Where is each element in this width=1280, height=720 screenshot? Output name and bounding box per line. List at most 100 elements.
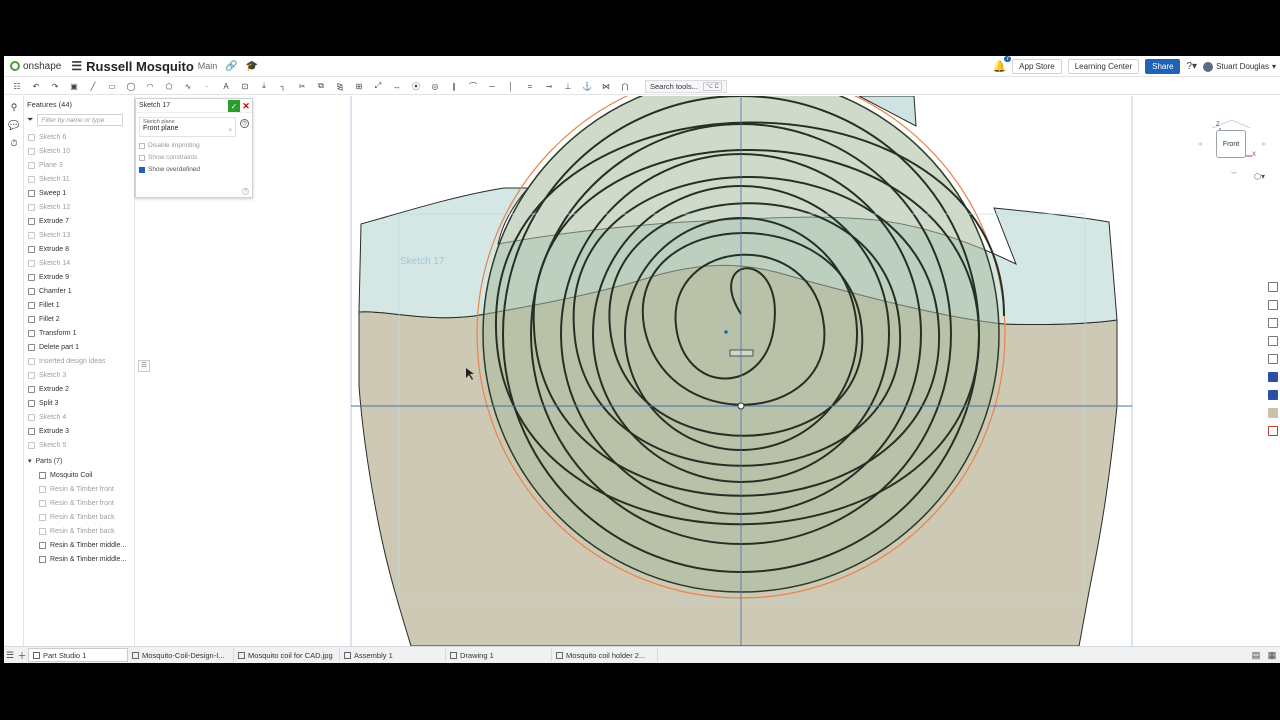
view-options-icon[interactable]: ⬡▾ bbox=[1254, 172, 1265, 181]
app-x-icon[interactable] bbox=[1268, 372, 1278, 382]
parallel-icon[interactable]: ∥ bbox=[448, 80, 460, 92]
sketch-option[interactable]: Disable imprinting bbox=[139, 142, 252, 149]
variables-icon[interactable] bbox=[1268, 318, 1278, 328]
view-cube-front[interactable]: Front bbox=[1216, 130, 1246, 158]
cancel-button[interactable]: ✕ bbox=[241, 100, 251, 112]
coincident-icon[interactable]: ⦿ bbox=[410, 80, 422, 92]
comments-icon[interactable]: 💬 bbox=[8, 120, 20, 130]
grid-icon[interactable]: ▦ bbox=[1266, 650, 1278, 661]
feature-item[interactable]: Sketch 11 bbox=[25, 172, 134, 186]
sketch-plane-field[interactable]: Sketch plane Front plane × bbox=[139, 117, 236, 137]
part-item[interactable]: Mosquito Coil bbox=[25, 468, 134, 482]
feature-item[interactable]: Fillet 2 bbox=[25, 312, 134, 326]
mirror-icon[interactable]: ⧎ bbox=[334, 80, 346, 92]
construction-icon[interactable]: ⊡ bbox=[239, 80, 251, 92]
trim-icon[interactable]: ✂ bbox=[296, 80, 308, 92]
feature-item[interactable]: Sketch 10 bbox=[25, 144, 134, 158]
filter-input[interactable]: Filter by name or type bbox=[37, 114, 124, 126]
document-tab[interactable]: Mosquito-Coil-Design-I... bbox=[128, 648, 234, 662]
pattern-icon[interactable]: ⊞ bbox=[353, 80, 365, 92]
feature-item[interactable]: Sweep 1 bbox=[25, 186, 134, 200]
add-tab-icon[interactable]: ＋ bbox=[16, 649, 28, 662]
app-store-button[interactable]: App Store bbox=[1012, 59, 1062, 74]
horizontal-icon[interactable]: ─ bbox=[486, 80, 498, 92]
share-button[interactable]: Share bbox=[1145, 59, 1181, 74]
app-beige-icon[interactable] bbox=[1268, 408, 1278, 418]
line-icon[interactable]: ╱ bbox=[87, 80, 99, 92]
polygon-icon[interactable]: ⬠ bbox=[163, 80, 175, 92]
learning-center-button[interactable]: Learning Center bbox=[1067, 59, 1140, 74]
help-icon[interactable]: ? bbox=[242, 188, 249, 195]
feature-item[interactable]: Sketch 14 bbox=[25, 256, 134, 270]
view-normal-icon[interactable]: ◷ bbox=[240, 119, 249, 128]
menu-icon[interactable]: ☰ bbox=[71, 59, 82, 73]
feature-item[interactable]: Extrude 3 bbox=[25, 424, 134, 438]
checkbox[interactable] bbox=[139, 154, 145, 161]
curvature-icon[interactable]: ⋂ bbox=[619, 80, 631, 92]
accept-button[interactable]: ✓ bbox=[228, 100, 240, 112]
circle-icon[interactable]: ◯ bbox=[125, 80, 137, 92]
tangent-icon[interactable]: ⌒ bbox=[467, 80, 479, 92]
feature-item[interactable]: Sketch 5 bbox=[25, 438, 134, 452]
feature-item[interactable]: Delete part 1 bbox=[25, 340, 134, 354]
tab-menu-icon[interactable]: ☰ bbox=[4, 650, 16, 661]
part-item[interactable]: Resin & Timber middle... bbox=[25, 552, 134, 566]
document-tab[interactable]: Mosquito coil holder 2... bbox=[552, 648, 658, 662]
text-icon[interactable]: A bbox=[220, 80, 232, 92]
vertical-icon[interactable]: │ bbox=[505, 80, 517, 92]
redo-icon[interactable]: ↷ bbox=[49, 80, 61, 92]
feature-item[interactable]: Extrude 7 bbox=[25, 214, 134, 228]
link-icon[interactable]: 🔗 bbox=[225, 61, 237, 72]
feature-item[interactable]: Split 3 bbox=[25, 396, 134, 410]
app-red-icon[interactable] bbox=[1268, 426, 1278, 436]
document-tab[interactable]: Part Studio 1 bbox=[28, 648, 128, 662]
parts-header[interactable]: ▾ Parts (7) bbox=[25, 454, 134, 468]
fillet-icon[interactable]: ╮ bbox=[277, 80, 289, 92]
transform-icon[interactable]: ⤢ bbox=[372, 80, 384, 92]
learning-cap-icon[interactable]: 🎓 bbox=[246, 61, 258, 72]
checkbox[interactable] bbox=[139, 166, 145, 173]
parts-panel-icon[interactable] bbox=[1268, 300, 1278, 310]
clear-icon[interactable]: × bbox=[228, 128, 232, 134]
use-icon[interactable]: ⤓ bbox=[258, 80, 270, 92]
document-tab[interactable]: Mosquito coil for CAD.jpg bbox=[234, 648, 340, 662]
history-icon[interactable]: ⏱ bbox=[8, 138, 20, 148]
offset-icon[interactable]: ⧉ bbox=[315, 80, 327, 92]
view-cube[interactable]: Front Z X ⬡▾ bbox=[1192, 116, 1272, 186]
feature-tree-icon[interactable]: ⚲ bbox=[8, 102, 20, 112]
rectangle-icon[interactable]: ▭ bbox=[106, 80, 118, 92]
sketch-option[interactable]: Show overdefined bbox=[139, 166, 252, 173]
feature-item[interactable]: Sketch 3 bbox=[25, 368, 134, 382]
part-item[interactable]: Resin & Timber back bbox=[25, 510, 134, 524]
version-graph-icon[interactable]: ▤ bbox=[1250, 650, 1262, 661]
part-item[interactable]: Resin & Timber front bbox=[25, 496, 134, 510]
branch-name[interactable]: Main bbox=[198, 61, 218, 71]
part-item[interactable]: Resin & Timber front bbox=[25, 482, 134, 496]
concentric-icon[interactable]: ◎ bbox=[429, 80, 441, 92]
fix-icon[interactable]: ⚓ bbox=[581, 80, 593, 92]
feature-item[interactable]: Extrude 9 bbox=[25, 270, 134, 284]
feature-item[interactable]: Plane 3 bbox=[25, 158, 134, 172]
measure-icon[interactable] bbox=[1268, 336, 1278, 346]
feature-item[interactable]: Inserted design ideas bbox=[25, 354, 134, 368]
onshape-logo[interactable]: onshape bbox=[10, 61, 61, 72]
part-item[interactable]: Resin & Timber back bbox=[25, 524, 134, 538]
feature-list-icon[interactable]: ☷ bbox=[11, 80, 23, 92]
sketch-option[interactable]: Show constraints bbox=[139, 154, 252, 161]
feature-item[interactable]: Sketch 4 bbox=[25, 410, 134, 424]
sketch-icon[interactable]: ▣ bbox=[68, 80, 80, 92]
user-menu[interactable]: Stuart Douglas ▾ bbox=[1203, 61, 1276, 72]
equal-icon[interactable]: = bbox=[524, 80, 536, 92]
dimension-icon[interactable]: ↔ bbox=[391, 80, 403, 92]
feature-item[interactable]: Fillet 1 bbox=[25, 298, 134, 312]
feature-item[interactable]: Transform 1 bbox=[25, 326, 134, 340]
app-m-icon[interactable] bbox=[1268, 390, 1278, 400]
appearance-icon[interactable] bbox=[1268, 282, 1278, 292]
filter-icon[interactable]: ⏷ bbox=[27, 115, 33, 125]
feature-item[interactable]: Sketch 12 bbox=[25, 200, 134, 214]
list-toggle-icon[interactable]: ☰ bbox=[138, 360, 150, 372]
feature-item[interactable]: Extrude 2 bbox=[25, 382, 134, 396]
midpoint-icon[interactable]: ⊸ bbox=[543, 80, 555, 92]
symmetric-icon[interactable]: ⋈ bbox=[600, 80, 612, 92]
notifications-button[interactable]: 🔔 7 bbox=[992, 56, 1012, 73]
